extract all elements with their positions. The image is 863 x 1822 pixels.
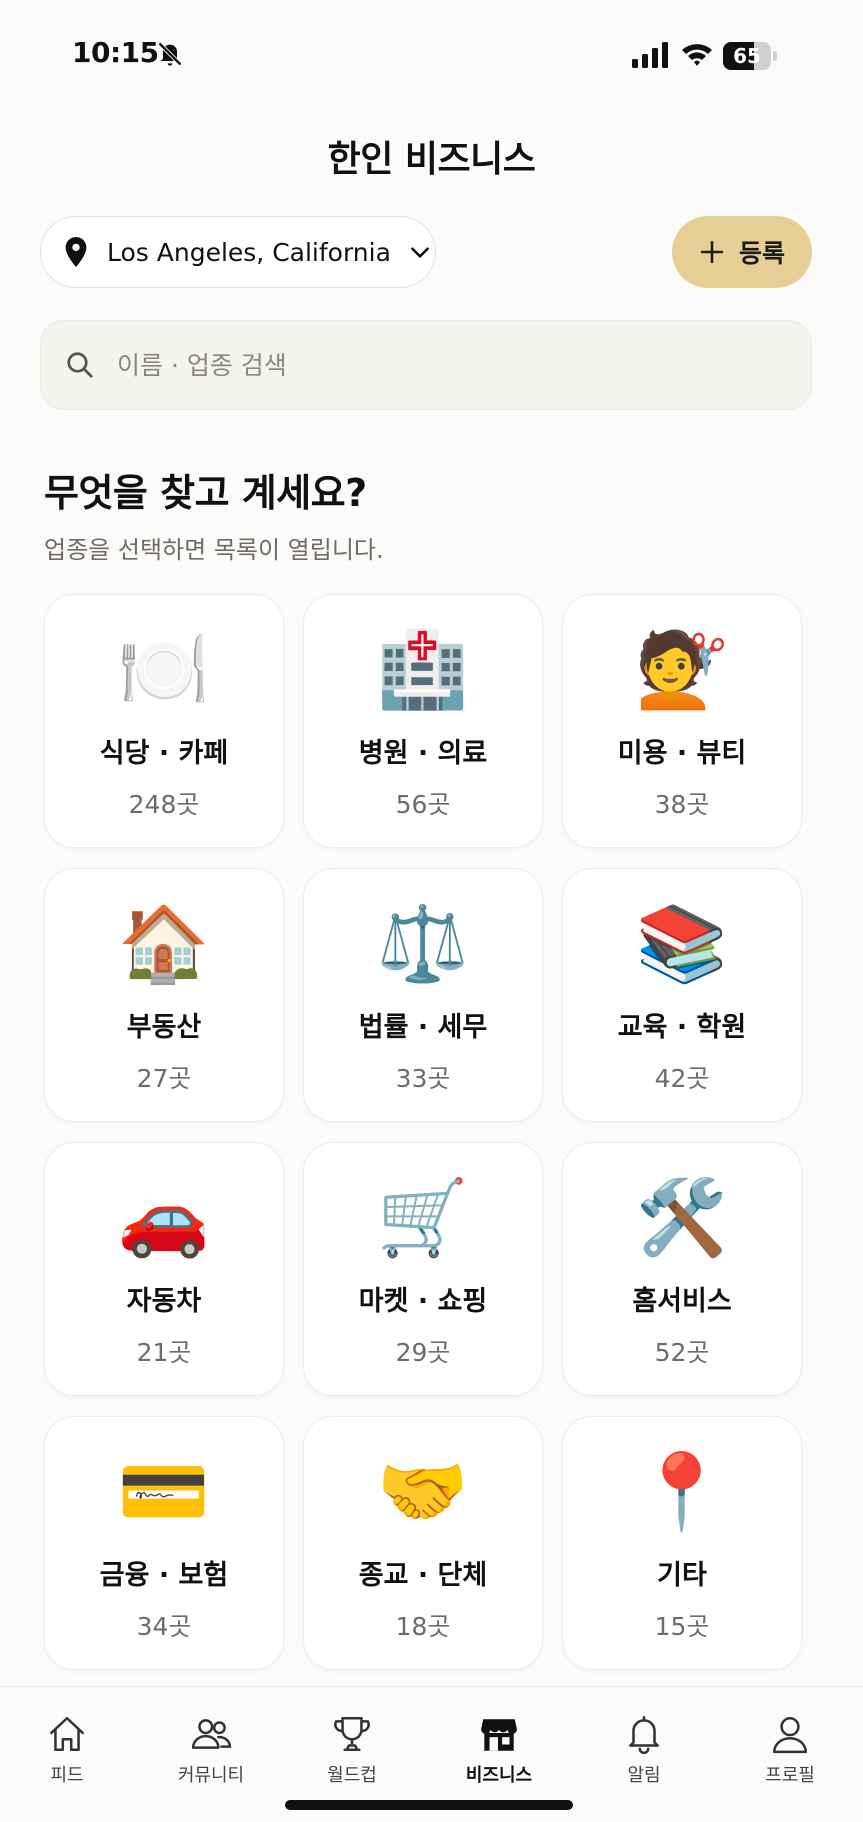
section-subtitle: 업종을 선택하면 목록이 열립니다.: [44, 536, 384, 564]
location-label: Los Angeles, California: [107, 237, 391, 267]
business-screen: 10:15 65 한인 비즈니스 Los Angeles, California…: [0, 0, 863, 1822]
search-box[interactable]: [40, 320, 812, 410]
category-card-other[interactable]: 📍 기타 15곳: [562, 1416, 802, 1670]
category-card-medical[interactable]: 🏥 병원 · 의료 56곳: [303, 594, 543, 848]
register-button[interactable]: 등록: [672, 216, 812, 288]
category-count: 38곳: [654, 790, 710, 819]
category-label: 식당 · 카페: [99, 738, 229, 769]
category-label: 홈서비스: [632, 1286, 732, 1317]
users-icon: [191, 1719, 232, 1749]
haircut-icon: 💇: [635, 627, 729, 713]
nav-item-community[interactable]: 커뮤니티: [151, 1713, 271, 1787]
trophy-icon: [334, 1716, 370, 1752]
battery-indicator: 65: [723, 42, 777, 70]
category-label: 마켓 · 쇼핑: [358, 1286, 488, 1317]
nav-item-business[interactable]: 비즈니스: [439, 1713, 559, 1787]
plus-icon: [700, 240, 724, 264]
status-bar: 10:15 65: [0, 0, 863, 110]
pin-icon: [65, 237, 87, 267]
category-count: 34곳: [136, 1612, 192, 1641]
handshake-icon: 🤝: [376, 1449, 470, 1535]
scales-icon: ⚖️: [376, 901, 470, 987]
category-card-home-service[interactable]: 🛠️ 홈서비스 52곳: [562, 1142, 802, 1396]
category-count: 56곳: [395, 790, 451, 819]
hospital-icon: 🏥: [376, 627, 470, 713]
shopping-cart-icon: 🛒: [376, 1175, 470, 1261]
category-count: 15곳: [654, 1612, 710, 1641]
nav-label: 프로필: [765, 1765, 815, 1786]
nav-label: 알림: [627, 1765, 661, 1786]
category-card-market[interactable]: 🛒 마켓 · 쇼핑 29곳: [303, 1142, 543, 1396]
category-count: 33곳: [395, 1064, 451, 1093]
category-card-education[interactable]: 📚 교육 · 학원 42곳: [562, 868, 802, 1122]
nav-item-worldcup[interactable]: 월드컵: [292, 1713, 412, 1787]
category-label: 종교 · 단체: [358, 1560, 488, 1591]
home-indicator: [285, 1800, 573, 1810]
section-title: 무엇을 찾고 계세요?: [44, 471, 367, 515]
category-count: 27곳: [136, 1064, 192, 1093]
category-label: 부동산: [126, 1012, 202, 1043]
category-card-real-estate[interactable]: 🏠 부동산 27곳: [44, 868, 284, 1122]
category-label: 자동차: [126, 1286, 202, 1317]
category-card-legal-tax[interactable]: ⚖️ 법률 · 세무 33곳: [303, 868, 543, 1122]
category-label: 기타: [657, 1560, 707, 1591]
books-icon: 📚: [635, 901, 729, 987]
category-count: 42곳: [654, 1064, 710, 1093]
profile-icon: [772, 1716, 808, 1754]
bell-icon: [629, 1715, 659, 1755]
nav-item-notifications[interactable]: 알림: [584, 1713, 704, 1787]
category-label: 미용 · 뷰티: [617, 738, 747, 769]
bell-off-icon: [158, 42, 182, 66]
category-card-finance[interactable]: 💳 금융 · 보험 34곳: [44, 1416, 284, 1670]
category-count: 248곳: [128, 790, 200, 819]
category-card-automotive[interactable]: 🚗 자동차 21곳: [44, 1142, 284, 1396]
category-label: 병원 · 의료: [358, 738, 488, 769]
category-card-restaurant[interactable]: 🍽️ 식당 · 카페 248곳: [44, 594, 284, 848]
credit-card-icon: 💳: [117, 1449, 211, 1535]
category-count: 18곳: [395, 1612, 451, 1641]
home-icon: [49, 1716, 85, 1752]
nav-label: 피드: [50, 1765, 84, 1786]
category-card-religion[interactable]: 🤝 종교 · 단체 18곳: [303, 1416, 543, 1670]
tools-icon: 🛠️: [635, 1175, 729, 1261]
search-input[interactable]: [117, 350, 777, 380]
nav-item-profile[interactable]: 프로필: [730, 1713, 850, 1787]
category-label: 교육 · 학원: [617, 1012, 747, 1043]
store-icon: [481, 1719, 517, 1751]
car-icon: 🚗: [117, 1175, 211, 1261]
category-count: 52곳: [654, 1338, 710, 1367]
status-time: 10:15: [72, 36, 159, 69]
nav-label: 비즈니스: [465, 1765, 533, 1786]
location-selector[interactable]: Los Angeles, California: [40, 216, 436, 288]
nav-item-feed[interactable]: 피드: [7, 1713, 127, 1787]
wifi-icon: [682, 44, 712, 66]
house-icon: 🏠: [117, 901, 211, 987]
register-button-label: 등록: [738, 239, 785, 268]
chevron-down-icon: [411, 247, 429, 258]
category-label: 금융 · 보험: [99, 1560, 229, 1591]
nav-label: 월드컵: [327, 1765, 377, 1786]
battery-level: 65: [733, 44, 761, 68]
search-icon: [67, 352, 93, 378]
cellular-signal-icon: [632, 42, 668, 68]
nav-label: 커뮤니티: [177, 1765, 245, 1786]
round-pushpin-icon: 📍: [635, 1449, 729, 1535]
plate-cutlery-icon: 🍽️: [117, 627, 211, 713]
page-title: 한인 비즈니스: [327, 139, 536, 180]
category-card-beauty[interactable]: 💇 미용 · 뷰티 38곳: [562, 594, 802, 848]
category-count: 21곳: [136, 1338, 192, 1367]
category-label: 법률 · 세무: [358, 1012, 488, 1043]
category-count: 29곳: [395, 1338, 451, 1367]
